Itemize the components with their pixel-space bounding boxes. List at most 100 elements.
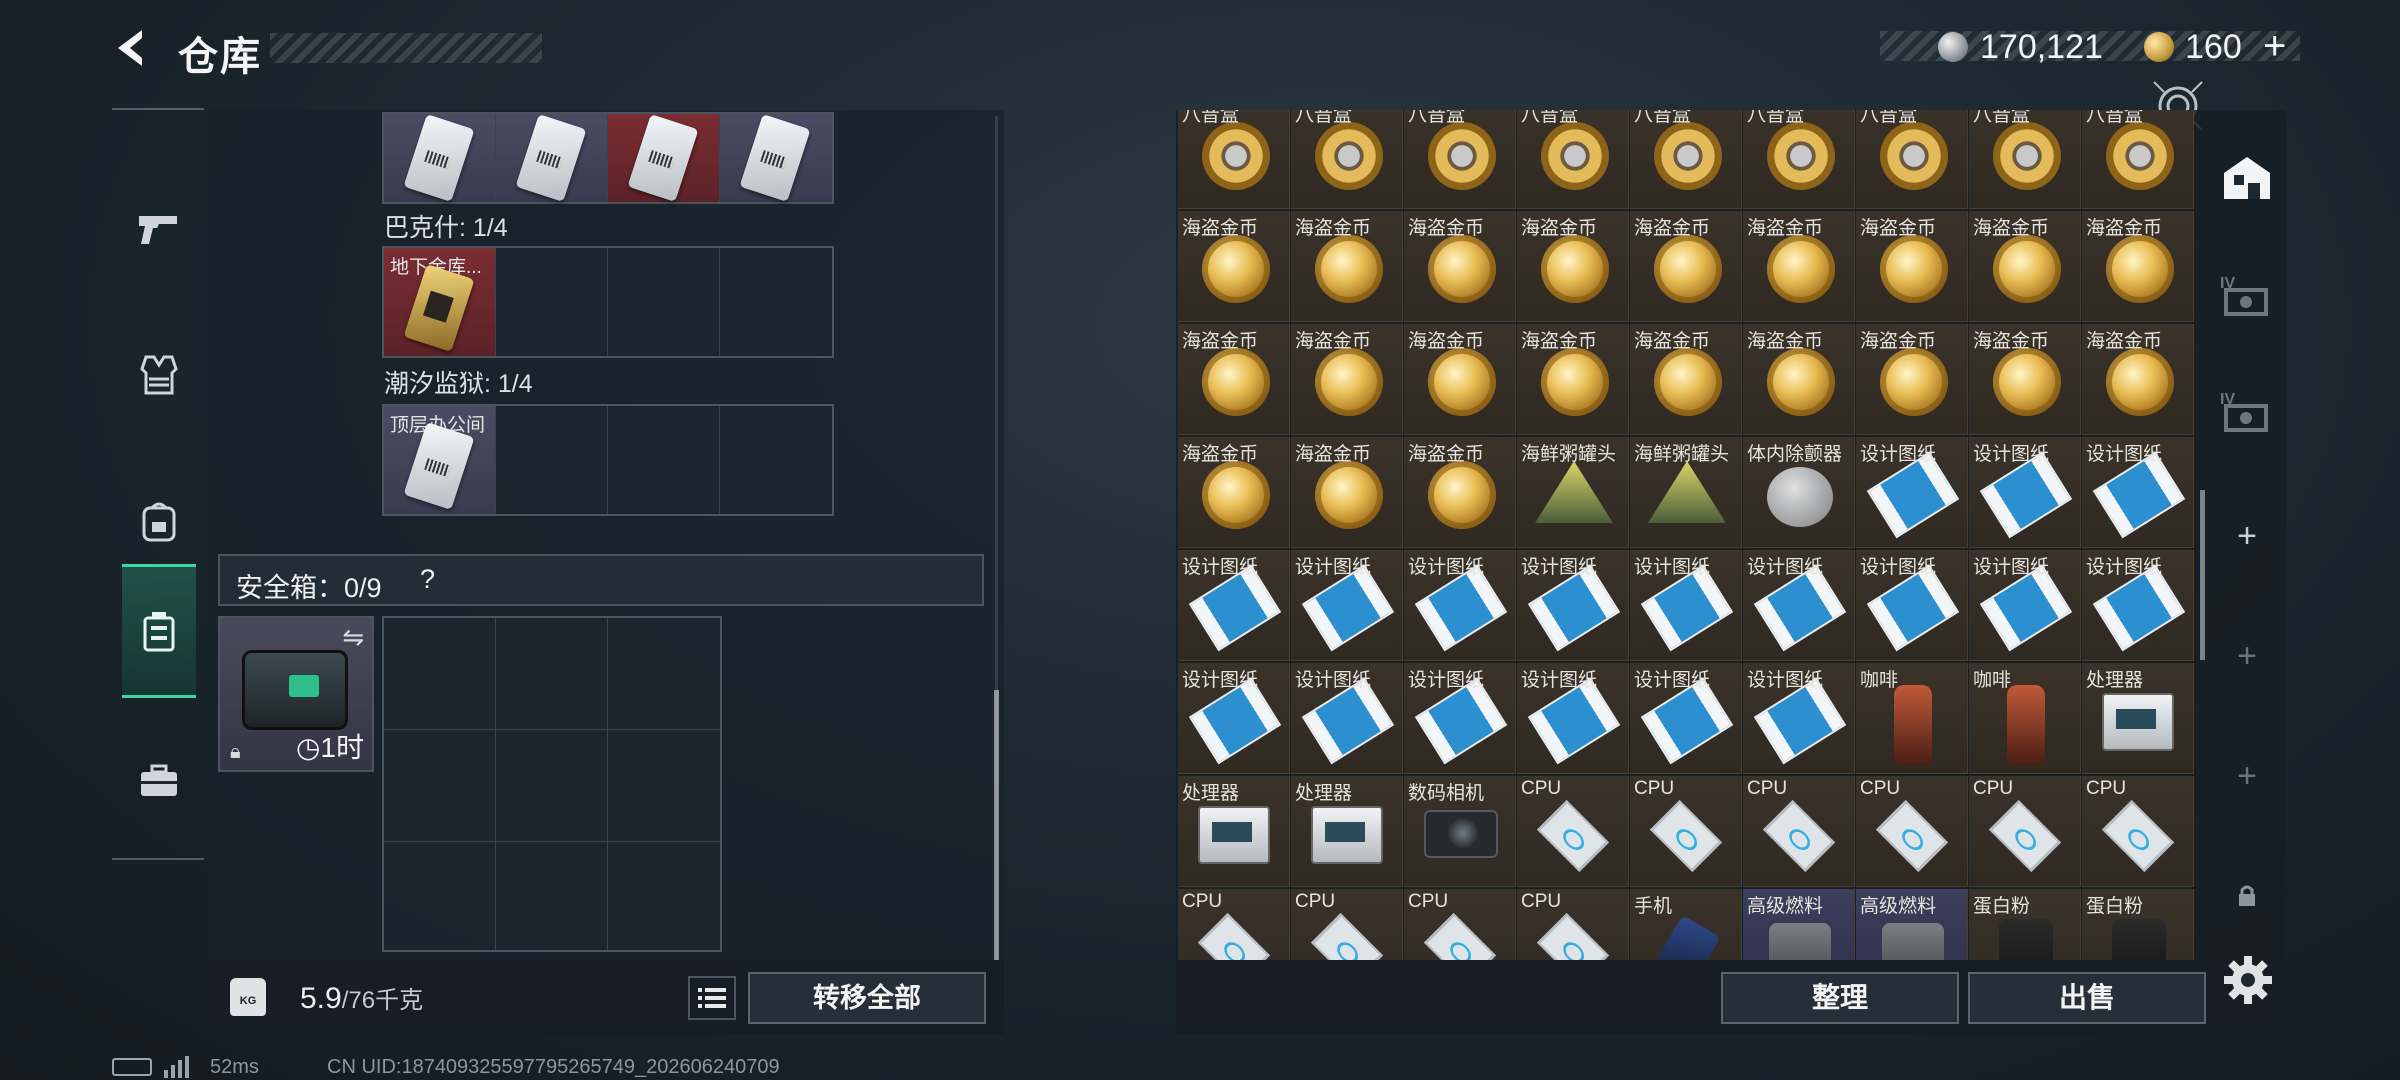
storage-item[interactable]: 设计图纸	[1856, 437, 1968, 548]
keycard-slot[interactable]	[720, 406, 832, 514]
transfer-all-button[interactable]: 转移全部	[748, 972, 986, 1024]
storage-item[interactable]: 蛋白粉	[2082, 889, 2194, 960]
storage-item[interactable]: 海盗金币	[1630, 211, 1742, 322]
storage-item[interactable]: CPU	[1404, 889, 1516, 960]
storage-item[interactable]: 海盗金币	[2082, 211, 2194, 322]
add-currency-button[interactable]: +	[2263, 24, 2286, 69]
back-button[interactable]	[108, 24, 156, 72]
storage-item[interactable]: 咖啡	[1856, 663, 1968, 774]
category-weapons[interactable]	[122, 162, 196, 296]
storage-item[interactable]: 设计图纸	[1404, 550, 1516, 661]
storage-item[interactable]: 海盗金币	[1630, 324, 1742, 435]
storage-item[interactable]: 八音盒	[1291, 110, 1403, 209]
storage-item[interactable]: 手机	[1630, 889, 1742, 960]
storage-item[interactable]: 海盗金币	[1291, 211, 1403, 322]
list-view-button[interactable]	[688, 976, 736, 1020]
storage-item[interactable]: 设计图纸	[2082, 550, 2194, 661]
storage-item[interactable]: 设计图纸	[1743, 550, 1855, 661]
storage-item[interactable]: 处理器	[1291, 776, 1403, 887]
keycard-slot[interactable]	[720, 114, 832, 202]
storage-item[interactable]: 设计图纸	[1291, 663, 1403, 774]
storage-item[interactable]: 设计图纸	[1630, 550, 1742, 661]
storage-item[interactable]: 处理器	[2082, 663, 2194, 774]
keycard-slot[interactable]	[720, 248, 832, 356]
storage-item[interactable]: 海盗金币	[1178, 437, 1290, 548]
storage-item[interactable]: 高级燃料	[1743, 889, 1855, 960]
storage-item[interactable]: 设计图纸	[1517, 663, 1629, 774]
add-storage-tab-button[interactable]: +	[2208, 616, 2286, 696]
storage-item[interactable]: CPU	[1517, 776, 1629, 887]
storage-item[interactable]: 海盗金币	[1404, 324, 1516, 435]
storage-item[interactable]: CPU	[1178, 889, 1290, 960]
keycard-slot[interactable]	[496, 406, 608, 514]
storage-item[interactable]: 蛋白粉	[1969, 889, 2081, 960]
locked-storage-tab[interactable]	[2208, 856, 2286, 936]
storage-item[interactable]: CPU	[2082, 776, 2194, 887]
storage-item[interactable]: CPU	[1630, 776, 1742, 887]
storage-item[interactable]: 设计图纸	[1178, 550, 1290, 661]
sort-button[interactable]: 整理	[1721, 972, 1959, 1024]
storage-item[interactable]: 设计图纸	[1969, 550, 2081, 661]
storage-item[interactable]: 海盗金币	[1743, 211, 1855, 322]
storage-item[interactable]: 海盗金币	[1969, 211, 2081, 322]
storage-item[interactable]: 设计图纸	[1630, 663, 1742, 774]
storage-item[interactable]: 八音盒	[1404, 110, 1516, 209]
keycard-slot[interactable]	[608, 248, 720, 356]
storage-tab-home[interactable]	[2208, 138, 2286, 218]
storage-tab-3[interactable]: IV	[2208, 370, 2286, 450]
add-storage-tab-button[interactable]: +	[2208, 496, 2286, 576]
storage-item[interactable]: 设计图纸	[1517, 550, 1629, 661]
keycard-slot[interactable]	[496, 248, 608, 356]
storage-item[interactable]: 设计图纸	[1178, 663, 1290, 774]
storage-item[interactable]: 设计图纸	[1743, 663, 1855, 774]
keycard-slot[interactable]	[496, 114, 608, 202]
storage-item[interactable]: CPU	[1856, 776, 1968, 887]
storage-item[interactable]: 海盗金币	[1517, 211, 1629, 322]
keycard-slot[interactable]: 地下金库...	[384, 248, 496, 356]
storage-tab-2[interactable]: IV	[2208, 254, 2286, 334]
storage-item[interactable]: 设计图纸	[1969, 437, 2081, 548]
storage-item[interactable]: 设计图纸	[1856, 550, 1968, 661]
storage-item[interactable]: 海盗金币	[1517, 324, 1629, 435]
keycard-slot[interactable]	[608, 114, 720, 202]
storage-item[interactable]: 海盗金币	[1404, 437, 1516, 548]
storage-item[interactable]: CPU	[1743, 776, 1855, 887]
storage-item[interactable]: CPU	[1517, 889, 1629, 960]
storage-item[interactable]: 海鲜粥罐头	[1630, 437, 1742, 548]
storage-item[interactable]: 海盗金币	[1178, 324, 1290, 435]
storage-item[interactable]: 体内除颤器	[1743, 437, 1855, 548]
storage-item[interactable]: 海鲜粥罐头	[1517, 437, 1629, 548]
storage-item[interactable]: 海盗金币	[1856, 211, 1968, 322]
secure-container-grid[interactable]	[382, 616, 722, 952]
storage-scrollbar-thumb[interactable]	[2200, 490, 2205, 660]
storage-item[interactable]: 海盗金币	[1856, 324, 1968, 435]
swap-icon[interactable]: ⇋	[342, 622, 364, 653]
storage-item[interactable]: 八音盒	[1856, 110, 1968, 209]
secure-container-item[interactable]: ⇋ 🔒︎ ◷1时	[218, 616, 374, 772]
storage-item[interactable]: 高级燃料	[1856, 889, 1968, 960]
sell-button[interactable]: 出售	[1968, 972, 2206, 1024]
category-briefcase[interactable]	[122, 714, 196, 848]
storage-item[interactable]: CPU	[1291, 889, 1403, 960]
storage-item[interactable]: 海盗金币	[1291, 324, 1403, 435]
keycard-slot[interactable]	[384, 114, 496, 202]
storage-item[interactable]: 设计图纸	[2082, 437, 2194, 548]
storage-item[interactable]: 八音盒	[2082, 110, 2194, 209]
storage-item[interactable]: 八音盒	[1517, 110, 1629, 209]
add-storage-tab-button[interactable]: +	[2208, 736, 2286, 816]
storage-item[interactable]: 海盗金币	[1969, 324, 2081, 435]
storage-item[interactable]: 八音盒	[1178, 110, 1290, 209]
storage-item[interactable]: 数码相机	[1404, 776, 1516, 887]
storage-item[interactable]: 海盗金币	[1291, 437, 1403, 548]
storage-item[interactable]: 咖啡	[1969, 663, 2081, 774]
storage-item[interactable]: 海盗金币	[1404, 211, 1516, 322]
storage-item[interactable]: 八音盒	[1969, 110, 2081, 209]
storage-item[interactable]: 设计图纸	[1291, 550, 1403, 661]
category-armor[interactable]	[122, 308, 196, 442]
storage-item[interactable]: 海盗金币	[2082, 324, 2194, 435]
storage-item[interactable]: 海盗金币	[1743, 324, 1855, 435]
left-scrollbar-thumb[interactable]	[994, 690, 999, 960]
storage-item[interactable]: 处理器	[1178, 776, 1290, 887]
keycard-slot[interactable]	[608, 406, 720, 514]
help-button[interactable]: ?	[420, 564, 435, 595]
